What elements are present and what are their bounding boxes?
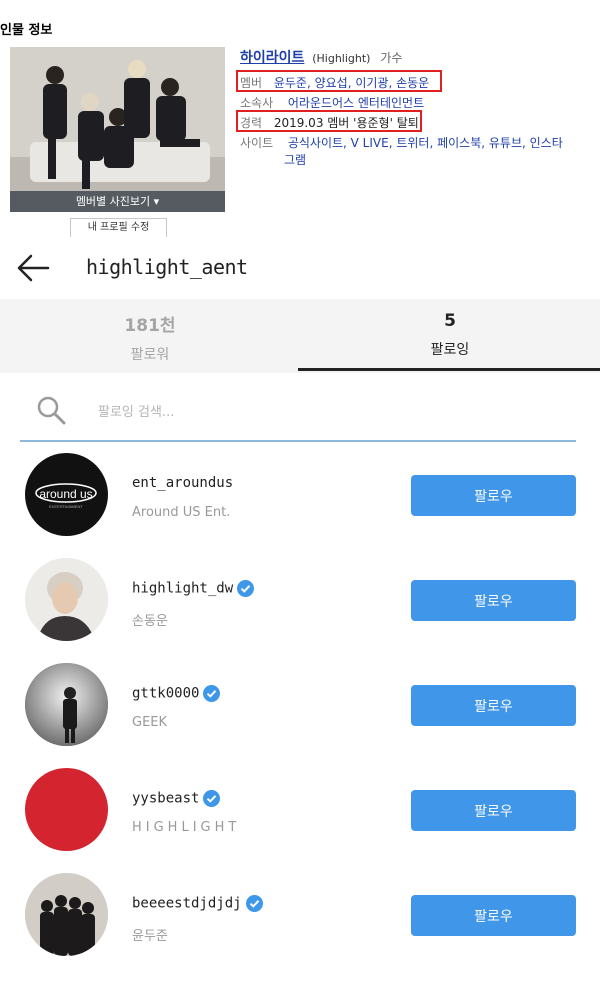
active-tab-indicator xyxy=(298,368,600,371)
group-photo[interactable] xyxy=(10,47,225,212)
section-title: 인물 정보 xyxy=(0,23,53,38)
display-name: Around US Ent. xyxy=(132,505,231,520)
verified-badge-icon xyxy=(245,895,263,912)
verified-badge-icon xyxy=(237,580,255,597)
avatar[interactable] xyxy=(25,558,108,641)
verified-badge-icon xyxy=(203,685,221,702)
avatar-photo xyxy=(25,558,108,641)
list-item: highlight_dw 손동운 팔로우 xyxy=(0,558,600,648)
avatar[interactable] xyxy=(25,663,108,746)
following-count: 5 xyxy=(444,311,456,331)
follow-button[interactable]: 팔로우 xyxy=(411,895,576,936)
tab-following[interactable]: 5 팔로잉 xyxy=(300,299,600,373)
list-item: around us ENTERTAINMENT ent_aroundus Aro… xyxy=(0,453,600,543)
avatar-logo-text: around us xyxy=(39,487,92,501)
profile-handle: highlight_aent xyxy=(86,255,248,279)
following-search[interactable]: 팔로잉 검색... xyxy=(20,385,576,441)
search-icon xyxy=(37,396,66,425)
display-name: GEEK xyxy=(132,715,168,730)
list-item: beeeestdjdjdj 윤두준 팔로우 xyxy=(0,873,600,963)
username[interactable]: ent_aroundus xyxy=(132,475,233,491)
avatar-logo-subtext: ENTERTAINMENT xyxy=(49,504,83,509)
following-label: 팔로잉 xyxy=(430,342,470,358)
followers-count: 181천 xyxy=(124,316,176,336)
list-item: gttk0000 GEEK 팔로우 xyxy=(0,663,600,753)
avatar-photo xyxy=(25,663,108,746)
username-text: beeeestdjdjdj xyxy=(132,895,242,912)
search-input[interactable]: 팔로잉 검색... xyxy=(98,401,174,420)
site-row: 사이트 공식사이트, V LIVE, 트위터, 페이스북, 유튜브, 인스타 xyxy=(240,134,563,151)
follow-button[interactable]: 팔로우 xyxy=(411,580,576,621)
avatar[interactable] xyxy=(25,768,108,851)
display-name: 윤두준 xyxy=(132,929,168,944)
username[interactable]: beeeestdjdjdj xyxy=(132,895,263,912)
display-name: HIGHLIGHT xyxy=(132,820,241,835)
agency-row: 소속사 어라운드어스 엔터테인먼트 xyxy=(240,94,424,111)
tab-followers[interactable]: 181천 팔로워 xyxy=(0,299,300,373)
site-row-continued: 그램 xyxy=(284,151,306,168)
follow-button[interactable]: 팔로우 xyxy=(411,475,576,516)
username-text: yysbeast xyxy=(132,790,200,807)
artist-name-link[interactable]: 하이라이트 xyxy=(240,50,304,66)
username[interactable]: highlight_dw xyxy=(132,580,255,597)
list-item: yysbeast HIGHLIGHT 팔로우 xyxy=(0,768,600,858)
avatar[interactable]: around us ENTERTAINMENT xyxy=(25,453,108,536)
avatar-photo xyxy=(25,873,108,956)
site-links-continued[interactable]: 그램 xyxy=(284,153,306,167)
group-photo-image xyxy=(10,47,225,212)
username-text: gttk0000 xyxy=(132,685,200,702)
username[interactable]: gttk0000 xyxy=(132,685,221,702)
agency-label: 소속사 xyxy=(240,96,274,110)
around-us-logo-icon: around us ENTERTAINMENT xyxy=(35,483,97,509)
artist-english-name: (Highlight) xyxy=(312,52,371,65)
follow-button[interactable]: 팔로우 xyxy=(411,685,576,726)
artist-role: 가수 xyxy=(380,51,403,65)
avatar[interactable] xyxy=(25,873,108,956)
follow-button[interactable]: 팔로우 xyxy=(411,790,576,831)
display-name: 손동운 xyxy=(132,614,168,629)
edit-profile-button[interactable]: 내 프로필 수정 xyxy=(70,218,167,238)
member-photo-button[interactable]: 멤버별 사진보기 ▾ xyxy=(10,191,225,212)
back-arrow-icon[interactable] xyxy=(16,253,50,283)
members-highlight-box xyxy=(236,70,442,92)
verified-badge-icon xyxy=(203,790,221,807)
search-underline xyxy=(20,440,576,442)
instagram-header: highlight_aent xyxy=(0,237,600,299)
site-label: 사이트 xyxy=(240,136,274,150)
follow-tabs: 181천 팔로워 5 팔로잉 xyxy=(0,299,600,373)
username[interactable]: yysbeast xyxy=(132,790,221,807)
agency-link[interactable]: 어라운드어스 엔터테인먼트 xyxy=(288,96,424,110)
followers-label: 팔로워 xyxy=(130,347,170,363)
history-highlight-box xyxy=(236,110,422,132)
username-text: highlight_dw xyxy=(132,580,234,597)
username-text: ent_aroundus xyxy=(132,475,234,491)
site-links[interactable]: 공식사이트, V LIVE, 트위터, 페이스북, 유튜브, 인스타 xyxy=(288,136,563,150)
